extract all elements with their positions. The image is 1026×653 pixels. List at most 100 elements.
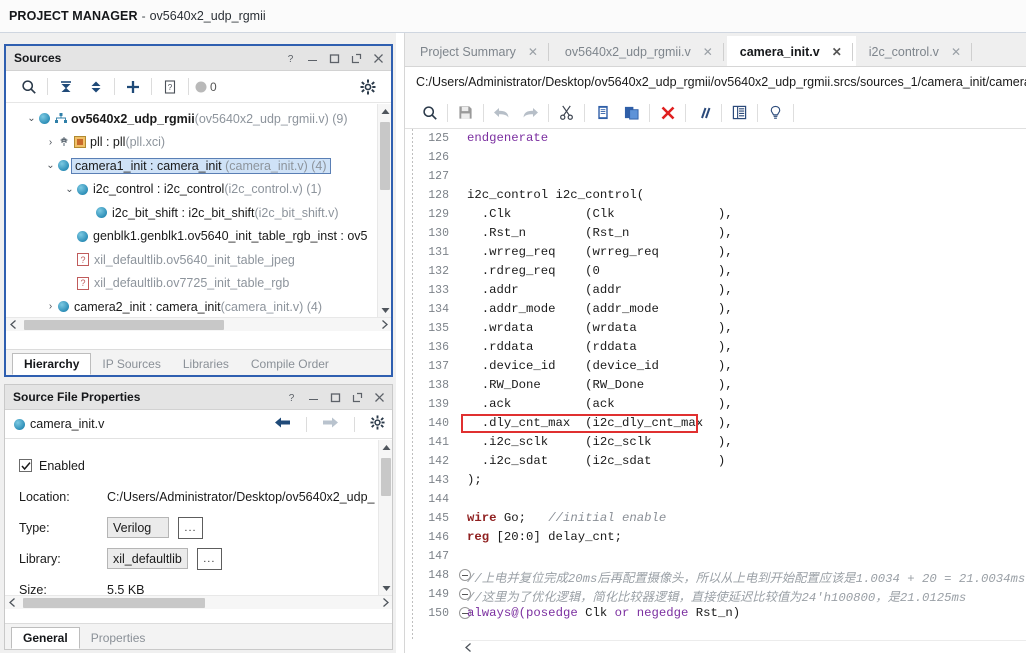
property-value-field[interactable]: xil_defaultlib <box>107 548 188 569</box>
code-line[interactable]: 137 .device_id (device_id ), <box>405 357 1026 376</box>
hscroll-thumb[interactable] <box>23 597 205 608</box>
scroll-up-icon[interactable] <box>379 440 393 454</box>
tree-expand-arrow[interactable]: ⌄ <box>24 113 39 124</box>
tree-expand-arrow[interactable]: ⌄ <box>62 184 77 195</box>
sources-tab-hierarchy[interactable]: Hierarchy <box>12 353 92 375</box>
float-icon[interactable] <box>351 391 364 404</box>
code-line[interactable]: 145 wire Go; //initial enable <box>405 509 1026 528</box>
maximize-icon[interactable] <box>329 391 342 404</box>
tab-close-icon[interactable]: ✕ <box>528 45 538 59</box>
forward-arrow-icon[interactable] <box>322 416 339 432</box>
code-editor-area[interactable]: 125 endgenerate 126 127 128 i2c_control i2c_c… <box>405 129 1026 653</box>
sfp-horizontal-scrollbar[interactable] <box>5 595 392 609</box>
scroll-down-icon[interactable] <box>378 303 391 317</box>
sources-tab-ip-sources[interactable]: IP Sources <box>91 353 171 375</box>
code-line[interactable]: 138 .RW_Done (RW_Done ), <box>405 376 1026 395</box>
scroll-right-icon[interactable] <box>377 318 391 332</box>
tree-expand-arrow[interactable]: › <box>43 137 58 148</box>
code-line[interactable]: 125 endgenerate <box>405 129 1026 148</box>
sfp-vertical-scrollbar[interactable] <box>378 440 392 595</box>
sources-tree-vertical-scrollbar[interactable] <box>377 104 391 317</box>
scroll-thumb[interactable] <box>380 122 390 190</box>
undo-icon[interactable] <box>487 99 516 127</box>
hscroll-thumb[interactable] <box>24 319 224 330</box>
code-line[interactable]: 128 i2c_control i2c_control( <box>405 186 1026 205</box>
editor-tab-strip[interactable]: Project Summary ✕ ov5640x2_udp_rgmii.v ✕ cam… <box>405 33 1026 67</box>
paste-icon[interactable] <box>617 99 646 127</box>
code-line[interactable]: 144 <box>405 490 1026 509</box>
report-icon[interactable]: ? <box>155 73 185 101</box>
tree-item[interactable]: › camera2_init : camera_init (camera_init… <box>6 295 377 317</box>
property-value-field[interactable]: Verilog <box>107 517 169 538</box>
collapse-all-icon[interactable] <box>51 73 81 101</box>
tree-item[interactable]: ⌄ camera1_init : camera_init (camera_init… <box>6 154 377 178</box>
tree-expand-arrow[interactable]: › <box>62 254 77 265</box>
sfp-tab-strip[interactable]: General Properties <box>5 623 392 649</box>
scroll-left-icon[interactable] <box>5 596 19 610</box>
code-line[interactable]: 127 <box>405 167 1026 186</box>
editor-tab[interactable]: ov5640x2_udp_rgmii.v ✕ <box>551 38 727 66</box>
code-line[interactable]: 132 .rdreg_req (0 ), <box>405 262 1026 281</box>
tree-expand-arrow[interactable]: › <box>43 301 58 312</box>
code-line[interactable]: 133 .addr (addr ), <box>405 281 1026 300</box>
sfp-tab-general[interactable]: General <box>11 627 80 649</box>
scroll-left-icon[interactable] <box>461 642 475 652</box>
code-line[interactable]: 150 always@(posedge Clk or negedge Rst_n) <box>405 604 1026 623</box>
bulb-icon[interactable] <box>761 99 790 127</box>
tree-expand-arrow[interactable]: › <box>81 207 96 218</box>
code-line[interactable]: 139 .ack (ack ), <box>405 395 1026 414</box>
tree-expand-arrow[interactable]: › <box>62 231 77 242</box>
maximize-icon[interactable] <box>328 52 341 65</box>
scroll-up-icon[interactable] <box>378 104 391 118</box>
search-icon[interactable] <box>14 73 44 101</box>
editor-tab[interactable]: i2c_control.v ✕ <box>855 38 975 66</box>
sources-panel-tabs[interactable]: Hierarchy IP Sources Libraries Compile Orde… <box>6 349 391 375</box>
code-line[interactable]: 131 .wrreg_req (wrreg_req ), <box>405 243 1026 262</box>
tree-item[interactable]: › i2c_bit_shift : i2c_bit_shift (i2c_bit_… <box>6 201 377 225</box>
code-horizontal-scrollbar[interactable] <box>461 640 1026 653</box>
tab-close-icon[interactable]: ✕ <box>951 45 961 59</box>
tab-close-icon[interactable]: ✕ <box>703 45 713 59</box>
tree-item[interactable]: ⌄ ov5640x2_udp_rgmii (ov5640x2_udp_rgmii.… <box>6 107 377 131</box>
tree-item[interactable]: › pll : pll (pll.xci) <box>6 131 377 155</box>
delete-icon[interactable] <box>653 99 682 127</box>
help-icon[interactable]: ? <box>284 52 297 65</box>
tree-expand-arrow[interactable]: › <box>62 278 77 289</box>
code-line[interactable]: 146 reg [20:0] delay_cnt; <box>405 528 1026 547</box>
sources-tree-horizontal-scrollbar[interactable] <box>6 317 391 331</box>
browse-button[interactable]: ... <box>178 516 203 539</box>
redo-icon[interactable] <box>516 99 545 127</box>
expand-all-icon[interactable] <box>81 73 111 101</box>
enabled-row[interactable]: Enabled <box>19 450 378 481</box>
sources-tree[interactable]: ⌄ ov5640x2_udp_rgmii (ov5640x2_udp_rgmii.… <box>6 104 377 317</box>
code-line[interactable]: 136 .rddata (rddata ), <box>405 338 1026 357</box>
hscroll-track[interactable] <box>19 596 378 610</box>
code-line[interactable]: 135 .wrdata (wrdata ), <box>405 319 1026 338</box>
tree-expand-arrow[interactable]: ⌄ <box>43 160 58 171</box>
code-line[interactable]: 134 .addr_mode (addr_mode ), <box>405 300 1026 319</box>
code-line[interactable]: 149 //这里为了优化逻辑，简化比较器逻辑，直接使延迟比较值为24'h10080… <box>405 585 1026 605</box>
editor-tab[interactable]: camera_init.v ✕ <box>726 36 856 66</box>
code-line[interactable]: 147 <box>405 547 1026 566</box>
enabled-checkbox[interactable] <box>19 459 32 472</box>
tree-item[interactable]: ›? xil_defaultlib.ov5640_init_table_jpeg <box>6 248 377 272</box>
minimize-icon[interactable] <box>306 52 319 65</box>
gear-icon[interactable] <box>353 73 383 101</box>
float-icon[interactable] <box>350 52 363 65</box>
code-line[interactable]: 140 .dly_cnt_max (i2c_dly_cnt_max ), <box>405 414 1026 433</box>
code-lines[interactable]: 125 endgenerate 126 127 128 i2c_control i2c_c… <box>405 129 1026 653</box>
code-line[interactable]: 130 .Rst_n (Rst_n ), <box>405 224 1026 243</box>
save-icon[interactable] <box>451 99 480 127</box>
tab-close-icon[interactable]: ✕ <box>832 45 842 59</box>
tree-item[interactable]: ›? xil_defaultlib.ov7725_init_table_rgb <box>6 272 377 296</box>
help-icon[interactable]: ? <box>285 391 298 404</box>
scroll-right-icon[interactable] <box>378 596 392 610</box>
cut-icon[interactable] <box>552 99 581 127</box>
tree-item-selected[interactable]: camera1_init : camera_init (camera_init.… <box>71 157 331 174</box>
scroll-thumb[interactable] <box>381 458 391 496</box>
plus-icon[interactable] <box>118 73 148 101</box>
scroll-left-icon[interactable] <box>6 318 20 332</box>
browse-button[interactable]: ... <box>196 547 222 570</box>
sfp-tab-properties[interactable]: Properties <box>80 627 157 649</box>
code-line[interactable]: 141 .i2c_sclk (i2c_sclk ), <box>405 433 1026 452</box>
